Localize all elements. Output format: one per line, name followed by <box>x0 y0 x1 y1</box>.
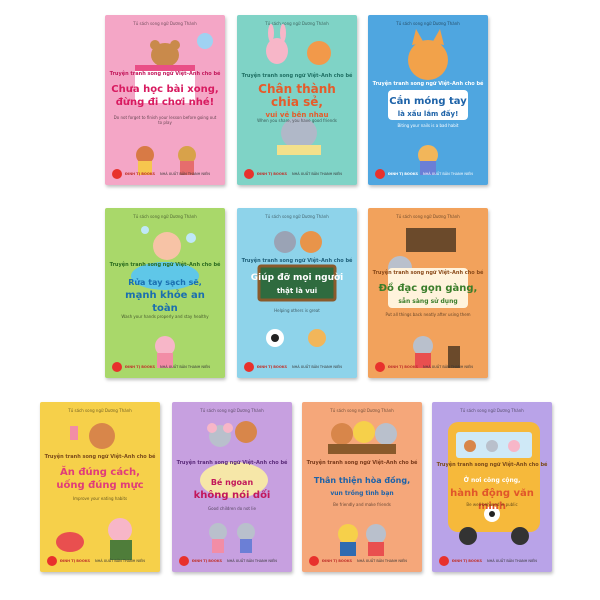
partner-publisher: NHÀ XUẤT BẢN THANH NIÊN <box>357 559 407 563</box>
title-line-2: vun trồng tình bạn <box>330 490 394 497</box>
series-label: Truyện tranh song ngữ Việt–Anh cho bé <box>306 460 418 466</box>
english-subtitle: Put all things back neatly after using t… <box>385 312 471 317</box>
publisher-name: ĐINH TỊ BOOKS <box>60 559 91 563</box>
series-label: Truyện tranh song ngữ Việt–Anh cho bé <box>109 262 221 268</box>
title-line-2: sẵn sàng sử dụng <box>398 298 458 305</box>
title-line-1: Đồ đạc gọn gàng, <box>378 283 478 294</box>
book-title: Ăn đúng cách, uống đúng mực <box>46 466 154 492</box>
publisher-name: ĐINH TỊ BOOKS <box>125 365 156 369</box>
partner-publisher: NHÀ XUẤT BẢN THANH NIÊN <box>95 559 145 563</box>
title-line-1: Thân thiện hòa đồng, <box>313 476 411 485</box>
book-title: Cắn móng tay là xấu lắm đấy! <box>374 95 482 121</box>
title-line-1: Chưa học bài xong, <box>111 84 219 95</box>
english-subtitle: Be friendly and make friends <box>333 502 391 507</box>
publisher-logo-icon <box>112 169 122 179</box>
title-line-1: Ăn đúng cách, <box>60 467 140 478</box>
book-cover-10[interactable]: Tủ sách song ngữ Dương Thành Truyện tran… <box>432 402 552 572</box>
title-line-1: Ở nơi công cộng, <box>463 477 521 484</box>
publisher-logo-icon <box>309 556 319 566</box>
book-title: Rửa tay sạch sẽ, mạnh khỏe an toàn <box>111 276 219 315</box>
series-label: Truyện tranh song ngữ Việt–Anh cho bé <box>241 73 353 79</box>
partner-publisher: NHÀ XUẤT BẢN THANH NIÊN <box>423 172 473 176</box>
book-title: Chân thành chia sẻ, vui vẻ bên nhau <box>243 83 351 122</box>
book-cover-3[interactable]: Tủ sách song ngữ Dương Thành Truyện tran… <box>368 15 488 185</box>
publisher-name: ĐINH TỊ BOOKS <box>388 172 419 176</box>
english-subtitle: Helping others is great <box>274 308 320 313</box>
english-subtitle: Good children do not lie <box>208 506 256 511</box>
partner-publisher: NHÀ XUẤT BẢN THANH NIÊN <box>160 172 210 176</box>
book-cover-9[interactable]: Tủ sách song ngữ Dương Thành Truyện tran… <box>302 402 422 572</box>
english-subtitle: Do not forget to finish your lesson befo… <box>113 115 217 125</box>
title-line-1: Rửa tay sạch sẽ, <box>128 278 202 287</box>
book-title: Bé ngoan không nói dối <box>178 476 286 502</box>
book-cover-5[interactable]: Tủ sách song ngữ Dương Thành Truyện tran… <box>237 208 357 378</box>
series-label: Truyện tranh song ngữ Việt–Anh cho bé <box>241 258 353 264</box>
book-cover-6[interactable]: Tủ sách song ngữ Dương Thành Truyện tran… <box>368 208 488 378</box>
series-label: Truyện tranh song ngữ Việt–Anh cho bé <box>436 462 548 468</box>
publisher-logo-icon <box>375 362 385 372</box>
partner-publisher: NHÀ XUẤT BẢN THANH NIÊN <box>160 365 210 369</box>
title-line-2: thật là vui <box>276 287 318 295</box>
publisher-name: ĐINH TỊ BOOKS <box>257 172 288 176</box>
partner-publisher: NHÀ XUẤT BẢN THANH NIÊN <box>227 559 277 563</box>
series-label: Truyện tranh song ngữ Việt–Anh cho bé <box>44 454 156 460</box>
series-label: Truyện tranh song ngữ Việt–Anh cho bé <box>109 71 221 77</box>
english-subtitle: Be well behaved in public <box>466 502 518 507</box>
book-title: Thân thiện hòa đồng, vun trồng tình bạn <box>308 474 416 500</box>
series-label: Truyện tranh song ngữ Việt–Anh cho bé <box>372 270 484 276</box>
publisher-name: ĐINH TỊ BOOKS <box>388 365 419 369</box>
publisher-logo-icon <box>375 169 385 179</box>
publisher-logo-icon <box>244 362 254 372</box>
title-line-2: mạnh khỏe an toàn <box>125 290 205 314</box>
partner-publisher: NHÀ XUẤT BẢN THANH NIÊN <box>487 559 537 563</box>
book-cover-2[interactable]: Tủ sách song ngữ Dương Thành Truyện tran… <box>237 15 357 185</box>
english-subtitle: Wash your hands properly and stay health… <box>121 314 209 319</box>
publisher-name: ĐINH TỊ BOOKS <box>125 172 156 176</box>
title-line-2: đừng đi chơi nhé! <box>115 97 215 108</box>
title-line-1: Giúp đỡ mọi người <box>250 273 344 283</box>
series-label: Truyện tranh song ngữ Việt–Anh cho bé <box>372 81 484 87</box>
book-title: Đồ đạc gọn gàng, sẵn sàng sử dụng <box>374 282 482 308</box>
publisher-logo-icon <box>179 556 189 566</box>
publisher-logo-icon <box>47 556 57 566</box>
publisher-logo-icon <box>244 169 254 179</box>
publisher-name: ĐINH TỊ BOOKS <box>322 559 353 563</box>
english-subtitle: Improve your eating habits <box>72 496 128 501</box>
title-line-2: hành động văn minh <box>450 488 534 512</box>
title-line-2: là xấu lắm đấy! <box>397 110 459 118</box>
book-title: Chưa học bài xong, đừng đi chơi nhé! <box>111 83 219 109</box>
partner-publisher: NHÀ XUẤT BẢN THANH NIÊN <box>292 365 342 369</box>
publisher-name: ĐINH TỊ BOOKS <box>452 559 483 563</box>
book-title: Ở nơi công cộng, hành động văn minh <box>438 474 546 513</box>
partner-publisher: NHÀ XUẤT BẢN THANH NIÊN <box>423 365 473 369</box>
publisher-logo-icon <box>439 556 449 566</box>
title-line-1: Chân thành chia sẻ, <box>258 82 336 109</box>
title-line-1: Cắn móng tay <box>389 96 467 107</box>
title-line-2: không nói dối <box>193 490 271 501</box>
title-line-2: uống đúng mực <box>56 480 144 491</box>
book-cover-1[interactable]: Tủ sách song ngữ Dương Thành Truyện tran… <box>105 15 225 185</box>
book-title: Giúp đỡ mọi người thật là vui <box>243 272 351 298</box>
publisher-name: ĐINH TỊ BOOKS <box>257 365 288 369</box>
partner-publisher: NHÀ XUẤT BẢN THANH NIÊN <box>292 172 342 176</box>
publisher-name: ĐINH TỊ BOOKS <box>192 559 223 563</box>
english-subtitle: When you share, you have good friends <box>257 118 337 123</box>
series-label: Truyện tranh song ngữ Việt–Anh cho bé <box>176 460 288 466</box>
book-cover-4[interactable]: Tủ sách song ngữ Dương Thành Truyện tran… <box>105 208 225 378</box>
english-subtitle: Biting your nails is a bad habit <box>397 123 459 128</box>
book-cover-8[interactable]: Tủ sách song ngữ Dương Thành Truyện tran… <box>172 402 292 572</box>
book-cover-7[interactable]: Tủ sách song ngữ Dương Thành Truyện tran… <box>40 402 160 572</box>
publisher-logo-icon <box>112 362 122 372</box>
title-line-1: Bé ngoan <box>210 478 254 487</box>
